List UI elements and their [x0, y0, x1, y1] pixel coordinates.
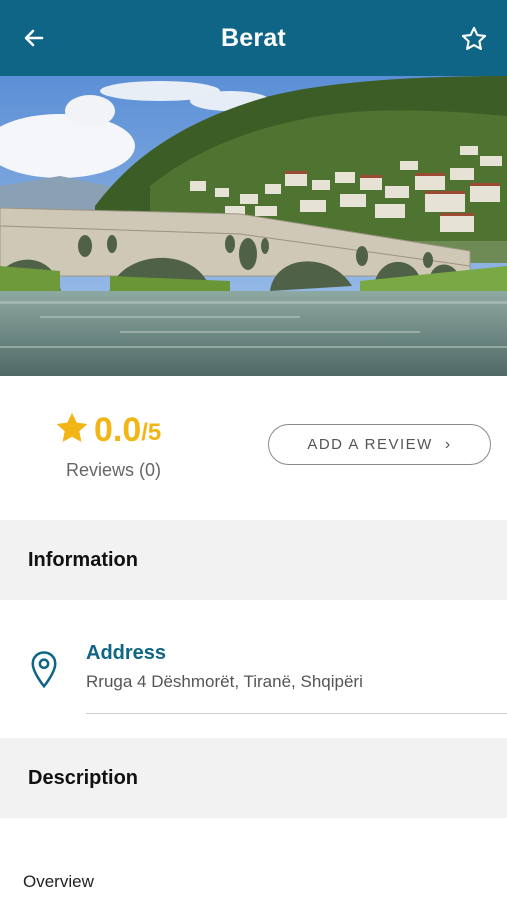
add-review-button[interactable]: ADD A REVIEW ›: [268, 424, 491, 465]
rating-score: 0.0 /5: [54, 410, 161, 450]
rating-value: 0.0: [94, 411, 142, 449]
description-heading: Description: [28, 766, 139, 789]
chevron-right-icon: ›: [444, 435, 452, 453]
divider: [86, 713, 507, 714]
reviews-count[interactable]: Reviews (0): [66, 460, 161, 481]
app-bar: Berat: [0, 0, 507, 76]
location-pin-icon: [31, 651, 57, 689]
information-heading: Information: [28, 548, 138, 571]
address-value: Rruga 4 Dëshmorët, Tiranë, Shqipëri: [86, 672, 363, 691]
information-header: Information: [0, 520, 507, 600]
arrow-left-icon: [24, 29, 44, 47]
back-button[interactable]: [20, 24, 48, 52]
description-header: Description: [0, 738, 507, 818]
hero-image: [0, 76, 507, 376]
add-review-label: ADD A REVIEW: [307, 436, 433, 453]
overview-label: Overview: [23, 872, 94, 891]
star-outline-icon: [461, 26, 487, 50]
address-row[interactable]: [0, 600, 507, 738]
rating-max: /5: [141, 419, 162, 446]
star-icon: [56, 412, 88, 442]
address-title: Address: [86, 642, 167, 664]
favorite-button[interactable]: [459, 24, 489, 54]
page-title: Berat: [221, 23, 286, 52]
